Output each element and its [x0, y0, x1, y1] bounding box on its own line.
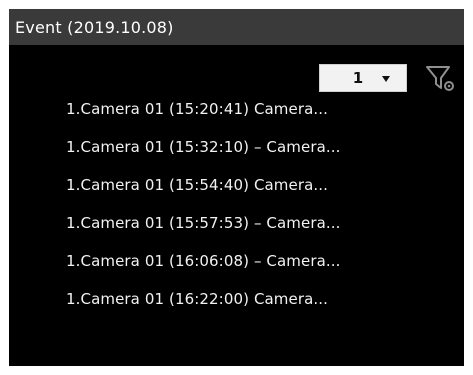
event-label: 1.Camera 01 (15:54:40) Camera... [66, 176, 329, 194]
event-list-item[interactable]: 1.Camera 01 (15:57:53) – Camera... [9, 204, 464, 242]
event-list-item[interactable]: 1.Camera 01 (15:20:41) Camera... [9, 90, 464, 128]
event-label: 1.Camera 01 (15:57:53) – Camera... [66, 214, 341, 232]
event-toolbar: 1 [9, 45, 464, 92]
camera-select-dropdown[interactable]: 1 [319, 64, 407, 92]
event-label: 1.Camera 01 (15:20:41) Camera... [66, 100, 329, 118]
event-label: 1.Camera 01 (16:22:00) Camera... [66, 290, 329, 308]
chevron-down-icon [382, 76, 390, 82]
filter-settings-icon[interactable] [425, 63, 455, 93]
event-label: 1.Camera 01 (15:32:10) – Camera... [66, 138, 341, 156]
event-label: 1.Camera 01 (16:06:08) – Camera... [66, 252, 341, 270]
event-list-item[interactable]: 1.Camera 01 (16:06:08) – Camera... [9, 242, 464, 280]
panel-header: Event (2019.10.08) [9, 9, 464, 45]
event-list-item[interactable]: 1.Camera 01 (16:22:00) Camera... [9, 280, 464, 318]
panel-title: Event (2019.10.08) [15, 17, 174, 37]
event-list-item[interactable]: 1.Camera 01 (15:32:10) – Camera... [9, 128, 464, 166]
event-list: 1.Camera 01 (15:20:41) Camera... 1.Camer… [9, 90, 464, 318]
dropdown-value: 1 [352, 69, 364, 87]
event-list-item[interactable]: 1.Camera 01 (15:54:40) Camera... [9, 166, 464, 204]
event-panel: Event (2019.10.08) 1 1.Camera 01 (15:20:… [9, 9, 464, 366]
